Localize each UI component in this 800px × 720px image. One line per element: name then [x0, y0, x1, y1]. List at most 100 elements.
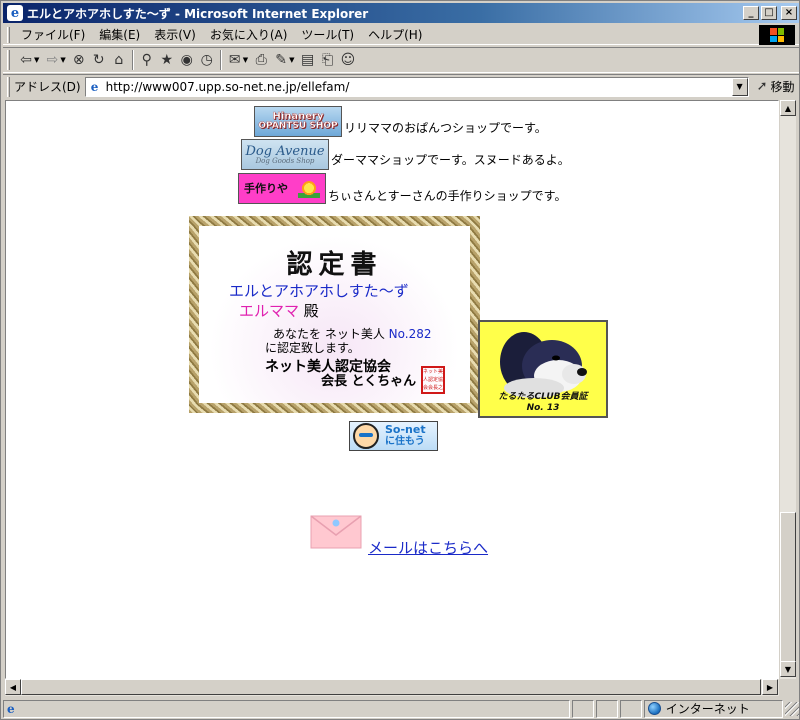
certificate-site-name: エルとアホアホしすた〜ず — [229, 282, 409, 300]
page-icon: e — [90, 79, 99, 94]
minimize-button[interactable]: _ — [743, 6, 759, 20]
menu-bar: ファイル(F) 編集(E) 表示(V) お気に入り(A) ツール(T) ヘルプ(… — [3, 25, 799, 45]
mail-link[interactable]: メールはこちらへ — [368, 537, 488, 558]
document-icon[interactable]: ▤ — [298, 49, 318, 71]
certificate-title: 認定書 — [286, 250, 383, 280]
back-dropdown-icon[interactable]: ▼ — [34, 56, 39, 64]
address-input[interactable] — [105, 79, 726, 94]
menu-view[interactable]: 表示(V) — [147, 26, 203, 43]
recipient-name: エルママ — [239, 302, 300, 320]
go-arrow-icon: ➚ — [756, 79, 768, 94]
go-label: 移動 — [770, 80, 795, 94]
refresh-icon[interactable]: ↻ — [89, 49, 109, 71]
shop-row-dog-avenue: Dog Avenue Dog Goods Shop ダーママショップでーす。スヌ… — [241, 139, 570, 170]
shop-row-hinanery: Hinanery OPANTSU SHOP リリママのおぱんつショップでーす。 — [254, 106, 547, 137]
messenger-icon[interactable]: ☺ — [338, 49, 359, 71]
net-beauty-certificate: 認定書 エルとアホアホしすた〜ず エルママ 殿 あなたを ネット美人 No.28… — [189, 216, 480, 413]
shop-description: ちぃさんとすーさんの手作りショップです。 — [328, 189, 567, 203]
horizontal-scrollbar[interactable]: ◀ ▶ — [5, 679, 779, 696]
seal-stamp-icon: ネット美人認定協会会長之印 — [421, 366, 445, 394]
print-preview-icon[interactable]: ⎗ — [318, 49, 338, 71]
edit-dropdown-icon[interactable]: ▼ — [289, 56, 294, 64]
status-pane — [619, 699, 642, 718]
flower-icon — [298, 179, 320, 198]
shop-description: リリママのおぱんつショップでーす。 — [344, 121, 547, 135]
menu-edit[interactable]: 編集(E) — [92, 26, 147, 43]
shop-row-tezukuri: 手作りや ちぃさんとすーさんの手作りショップです。 — [238, 173, 566, 204]
menu-file[interactable]: ファイル(F) — [14, 26, 92, 43]
resize-grip-icon[interactable] — [785, 701, 799, 716]
banner-text: 手作りや — [244, 182, 288, 195]
banner-text: OPANTSU SHOP — [258, 121, 338, 131]
address-dropdown-icon[interactable]: ▼ — [731, 77, 748, 96]
menubar-grip[interactable] — [7, 26, 10, 43]
maximize-button[interactable]: □ — [761, 6, 777, 20]
status-pane — [595, 699, 618, 718]
address-label: アドレス(D) — [14, 80, 81, 94]
go-button[interactable]: ➚ 移動 — [757, 78, 795, 95]
vertical-scroll-thumb[interactable] — [780, 512, 796, 662]
hinanery-shop-banner[interactable]: Hinanery OPANTSU SHOP — [254, 106, 342, 137]
dog-photo-icon — [500, 332, 587, 398]
back-icon[interactable]: ⇦ — [16, 49, 36, 71]
favorites-icon[interactable]: ★ — [157, 49, 177, 71]
home-icon[interactable]: ⌂ — [109, 49, 129, 71]
window-title: エルとアホアホしすた〜ず - Microsoft Internet Explor… — [27, 6, 369, 21]
edit-icon[interactable]: ✎ — [271, 49, 291, 71]
standard-toolbar: ⇦ ▼ ⇨ ▼ ⊗ ↻ ⌂ ⚲ ★ ◉ ◷ ✉ ▼ ⎙ ✎ ▼ ▤ ⎗ ☺ — [3, 47, 799, 73]
security-zone: インターネット — [643, 699, 784, 718]
sonet-line1: So-net — [385, 423, 426, 436]
status-page-icon: e — [7, 701, 15, 716]
recipient-honorific: 殿 — [303, 302, 319, 320]
mail-link-text: メール — [368, 539, 414, 557]
stop-icon[interactable]: ⊗ — [69, 49, 89, 71]
title-bar[interactable]: e エルとアホアホしすた〜ず - Microsoft Internet Expl… — [3, 3, 799, 23]
toolbar-grip[interactable] — [7, 50, 10, 70]
zone-label: インターネット — [665, 702, 750, 716]
tarutaru-club-badge[interactable]: たるたるCLUB会員証 No. 13 — [478, 320, 608, 418]
banner-text: Dog Goods Shop — [255, 156, 315, 165]
sonet-banner[interactable]: So-net に住もう — [349, 421, 438, 451]
addressbar-grip[interactable] — [7, 76, 10, 97]
media-icon[interactable]: ◉ — [177, 49, 197, 71]
scroll-up-icon[interactable]: ▲ — [780, 100, 796, 116]
ie-logo-icon: e — [7, 5, 23, 21]
close-button[interactable]: × — [781, 6, 797, 20]
horizontal-scroll-thumb[interactable] — [21, 679, 761, 695]
browser-window: e エルとアホアホしすた〜ず - Microsoft Internet Expl… — [0, 0, 800, 720]
vertical-scrollbar[interactable]: ▲ ▼ — [779, 100, 796, 679]
menu-help[interactable]: ヘルプ(H) — [361, 26, 429, 43]
scroll-left-icon[interactable]: ◀ — [5, 679, 21, 695]
menu-favorites[interactable]: お気に入り(A) — [203, 26, 295, 43]
certificate-text-line2: に認定致します。 — [265, 341, 360, 355]
tezukuri-shop-banner[interactable]: 手作りや — [238, 173, 326, 204]
mail-envelope-icon[interactable] — [310, 515, 362, 549]
status-pane — [572, 699, 594, 718]
certificate-recipient: エルママ 殿 — [239, 300, 319, 321]
address-field[interactable]: e ▼ — [84, 76, 749, 97]
club-badge-text: たるたるCLUB会員証 No. 13 — [480, 392, 606, 414]
scroll-down-icon[interactable]: ▼ — [780, 661, 796, 677]
association-name: ネット美人認定協会 — [265, 359, 391, 375]
scroll-right-icon[interactable]: ▶ — [762, 679, 778, 695]
association-chief: 会長 とくちゃん — [321, 373, 417, 389]
windows-flag-icon — [770, 28, 784, 42]
print-icon[interactable]: ⎙ — [251, 49, 271, 71]
menu-tools[interactable]: ツール(T) — [294, 26, 361, 43]
mail-link-rest: はこちらへ — [413, 539, 489, 557]
shop-description: ダーママショップでーす。スヌードあるよ。 — [331, 153, 570, 167]
dog-avenue-banner[interactable]: Dog Avenue Dog Goods Shop — [241, 139, 329, 170]
search-icon[interactable]: ⚲ — [137, 49, 157, 71]
windows-logo-throbber — [759, 25, 795, 45]
status-text: e — [3, 699, 571, 718]
certificate-number: No.282 — [388, 327, 432, 341]
sonet-text: So-net に住もう — [385, 424, 426, 448]
mail-dropdown-icon[interactable]: ▼ — [243, 56, 248, 64]
internet-globe-icon — [647, 702, 661, 715]
forward-icon[interactable]: ⇨ — [42, 49, 62, 71]
forward-dropdown-icon[interactable]: ▼ — [60, 56, 65, 64]
toolbar-separator — [131, 50, 134, 70]
history-icon[interactable]: ◷ — [197, 49, 217, 71]
mail-icon[interactable]: ✉ — [225, 49, 245, 71]
banner-text: Dog Avenue — [245, 143, 325, 159]
